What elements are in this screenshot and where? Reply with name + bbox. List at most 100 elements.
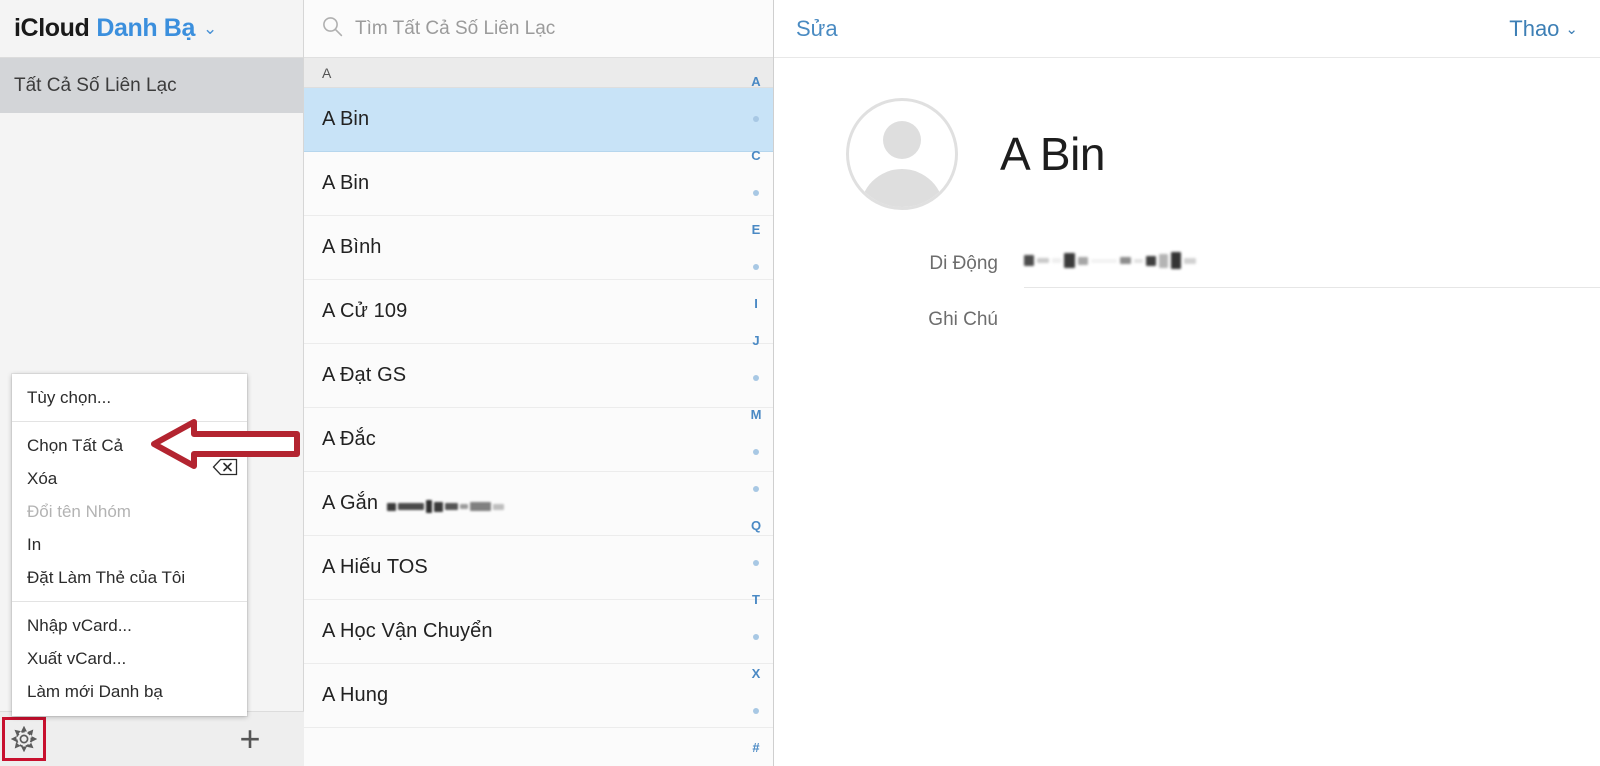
- menu-item-export-vcard[interactable]: Xuất vCard...: [12, 642, 247, 675]
- settings-button[interactable]: [2, 717, 46, 761]
- field-label: Di Động: [774, 248, 1024, 275]
- index-dot[interactable]: [739, 544, 773, 581]
- index-dot[interactable]: [739, 692, 773, 729]
- contact-name: A Học Vận Chuyển: [322, 620, 493, 643]
- menu-separator: [12, 601, 247, 602]
- index-dot[interactable]: [739, 359, 773, 396]
- contact-name: A Bin: [322, 108, 369, 131]
- index-dot[interactable]: [739, 248, 773, 285]
- table-row[interactable]: A Hiếu TOS: [304, 536, 773, 600]
- table-row[interactable]: A Đạt GS: [304, 344, 773, 408]
- table-row[interactable]: A Hung: [304, 664, 773, 728]
- field-label: Ghi Chú: [774, 304, 1024, 331]
- action-menu-label: Thao: [1509, 16, 1559, 42]
- index-letter[interactable]: M: [739, 396, 773, 433]
- menu-item-set-my-card[interactable]: Đặt Làm Thẻ của Tôi: [12, 561, 247, 594]
- brand-app-label: Danh Bạ: [96, 14, 195, 43]
- index-dot[interactable]: [739, 433, 773, 470]
- redacted-phone-number: [1024, 252, 1199, 269]
- search-input[interactable]: Tìm Tất Cả Số Liên Lạc: [355, 18, 555, 40]
- index-dot[interactable]: [739, 174, 773, 211]
- menu-item-print[interactable]: In: [12, 528, 247, 561]
- table-row[interactable]: A Cử 109: [304, 280, 773, 344]
- contact-name: A Đạt GS: [322, 364, 406, 387]
- field-value[interactable]: [1024, 304, 1600, 308]
- contact-name: A Bình: [322, 236, 382, 259]
- section-letter: A: [322, 65, 331, 81]
- menu-separator: [12, 421, 247, 422]
- edit-button[interactable]: Sửa: [796, 16, 838, 42]
- plus-icon: +: [239, 721, 260, 757]
- detail-header: Sửa Thao ⌄: [774, 0, 1600, 58]
- contact-list-column: Tìm Tất Cả Số Liên Lạc A A Bin A Bin A B…: [304, 0, 774, 766]
- chevron-down-icon[interactable]: ⌄: [203, 19, 217, 39]
- sidebar-item-all-contacts[interactable]: Tất Cả Số Liên Lạc: [0, 58, 303, 113]
- index-letter[interactable]: T: [739, 581, 773, 618]
- sidebar-header: iCloudDanh Bạ ⌄: [0, 0, 303, 58]
- field-divider: [1024, 287, 1600, 288]
- contact-card-header: A Bin: [774, 58, 1600, 210]
- menu-item-refresh-contacts[interactable]: Làm mới Danh bạ: [12, 675, 247, 708]
- avatar-head-shape: [883, 121, 921, 159]
- menu-item-label: Xóa: [27, 469, 57, 489]
- menu-item-rename-group: Đổi tên Nhóm: [12, 495, 247, 528]
- sidebar-bottom-toolbar: +: [0, 711, 304, 766]
- index-letter[interactable]: J: [739, 322, 773, 359]
- field-notes: Ghi Chú: [774, 304, 1600, 360]
- avatar-body-shape: [860, 169, 944, 210]
- gear-icon: [11, 726, 37, 752]
- field-value[interactable]: [1024, 248, 1600, 288]
- menu-item-label: Đặt Làm Thẻ của Tôi: [27, 568, 185, 588]
- alphabet-index[interactable]: A C E I J M Q T X #: [739, 58, 773, 766]
- table-row[interactable]: A Bình: [304, 216, 773, 280]
- search-icon: [322, 16, 343, 42]
- table-row[interactable]: A Bin: [304, 88, 773, 152]
- contact-fields: Di Động Ghi Chú: [774, 210, 1600, 360]
- field-mobile: Di Động: [774, 248, 1600, 304]
- index-dot[interactable]: [739, 100, 773, 137]
- contact-detail-panel: Sửa Thao ⌄ A Bin Di Động: [774, 0, 1600, 766]
- index-letter[interactable]: E: [739, 211, 773, 248]
- sidebar-item-label: Tất Cả Số Liên Lạc: [14, 75, 177, 97]
- action-menu-button[interactable]: Thao ⌄: [1509, 16, 1578, 42]
- search-bar[interactable]: Tìm Tất Cả Số Liên Lạc: [304, 0, 773, 58]
- contact-name: A Bin: [322, 172, 369, 195]
- contact-rows: A Bin A Bin A Bình A Cử 109 A Đạt GS A Đ…: [304, 88, 773, 728]
- table-row[interactable]: A Gắn: [304, 472, 773, 536]
- redacted-text: [387, 495, 506, 512]
- menu-item-options[interactable]: Tùy chọn...: [12, 381, 247, 414]
- menu-item-label: Chọn Tất Cả: [27, 436, 123, 456]
- menu-item-label: Làm mới Danh bạ: [27, 682, 163, 702]
- menu-item-label: Xuất vCard...: [27, 649, 126, 669]
- index-letter[interactable]: I: [739, 285, 773, 322]
- index-letter[interactable]: X: [739, 655, 773, 692]
- contact-name: A Gắn: [322, 492, 378, 515]
- table-row[interactable]: A Bin: [304, 152, 773, 216]
- backspace-shortcut-icon: [212, 458, 238, 481]
- index-dot[interactable]: [739, 470, 773, 507]
- contact-name: A Hung: [322, 684, 388, 707]
- index-dot[interactable]: [739, 618, 773, 655]
- index-letter[interactable]: #: [739, 729, 773, 766]
- menu-item-label: In: [27, 535, 41, 555]
- sidebar: iCloudDanh Bạ ⌄ Tất Cả Số Liên Lạc Tùy ch…: [0, 0, 304, 766]
- index-letter[interactable]: Q: [739, 507, 773, 544]
- contact-name: A Đắc: [322, 428, 376, 451]
- list-section-header: A: [304, 58, 773, 88]
- index-letter[interactable]: A: [739, 63, 773, 100]
- index-letter[interactable]: C: [739, 137, 773, 174]
- contact-name: A Cử 109: [322, 300, 407, 323]
- page-title: A Bin: [1000, 127, 1105, 181]
- menu-item-label: Đổi tên Nhóm: [27, 502, 131, 522]
- add-contact-button[interactable]: +: [222, 714, 278, 764]
- menu-item-label: Tùy chọn...: [27, 388, 111, 408]
- settings-context-menu: Tùy chọn... Chọn Tất Cả Xóa Đổi tên Nhóm…: [12, 374, 247, 716]
- menu-item-import-vcard[interactable]: Nhập vCard...: [12, 609, 247, 642]
- table-row[interactable]: A Đắc: [304, 408, 773, 472]
- brand-title[interactable]: iCloudDanh Bạ ⌄: [14, 14, 217, 43]
- menu-item-label: Nhập vCard...: [27, 616, 132, 636]
- avatar[interactable]: [846, 98, 958, 210]
- brand-icloud-label: iCloud: [14, 14, 89, 43]
- table-row[interactable]: A Học Vận Chuyển: [304, 600, 773, 664]
- icloud-contacts-app: iCloudDanh Bạ ⌄ Tất Cả Số Liên Lạc Tùy ch…: [0, 0, 1600, 766]
